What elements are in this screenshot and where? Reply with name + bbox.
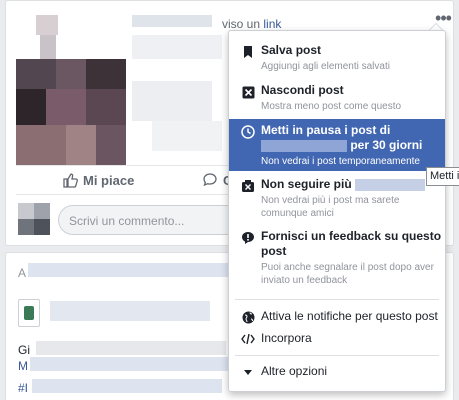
header-link[interactable]: link [263, 17, 281, 31]
post-image[interactable] [16, 15, 126, 165]
embed-item[interactable]: Incorpora [229, 331, 445, 349]
menu-item-title: Attiva le notifiche per questo post [261, 309, 438, 323]
post-header-letter: A [18, 266, 27, 280]
redacted-text [30, 357, 230, 371]
redacted-text [36, 341, 226, 355]
menu-item-title: Salva post [261, 43, 322, 57]
menu-item-title: Incorpora [261, 331, 312, 345]
unfollow-icon [241, 179, 255, 193]
post-options-menu: Salva post Aggiungi agli elementi salvat… [228, 30, 446, 392]
feedback-item[interactable]: Fornisci un feedback su questo post Puoi… [229, 229, 445, 291]
redacted-text [32, 379, 222, 393]
redacted-text [152, 121, 222, 151]
globe-icon [241, 310, 255, 324]
snooze-posts-item[interactable]: Metti in pausa i post di per 30 giorni N… [229, 119, 445, 171]
menu-item-subtitle: Non vedrai i post temporaneamente [261, 156, 420, 167]
feedback-icon [241, 231, 255, 245]
redacted-name [355, 178, 426, 191]
like-label: Mi piace [83, 172, 135, 188]
clock-icon [241, 125, 255, 139]
redacted-text [28, 263, 228, 277]
hide-post-item[interactable]: Nascondi post Mostra meno post come ques… [229, 83, 445, 119]
menu-item-title: Altre opzioni [261, 364, 328, 378]
page-logo[interactable] [18, 299, 40, 327]
menu-item-title: Metti in pausa i post di per 30 giorni [261, 123, 423, 152]
redacted-text [50, 301, 210, 321]
menu-item-subtitle: Mostra meno post come questo [261, 101, 402, 112]
unfollow-item[interactable]: Non seguire più Non vedrai più i post ma… [229, 177, 445, 219]
thumbs-up-icon [63, 173, 78, 188]
menu-divider [235, 299, 439, 300]
menu-item-title: Non seguire più [261, 177, 445, 192]
menu-item-subtitle: Aggiungi agli elementi salvati [261, 61, 390, 72]
menu-item-subtitle: Puoi anche segnalare il post dopo aver i… [261, 262, 434, 286]
comment-icon [203, 173, 217, 187]
redacted-text [132, 81, 212, 121]
code-icon [241, 332, 255, 346]
hashtag-link[interactable]: #I [18, 381, 28, 395]
redacted-text [132, 35, 222, 59]
menu-item-title: Fornisci un feedback su questo post [261, 229, 442, 258]
avatar[interactable] [18, 203, 50, 235]
save-post-item[interactable]: Salva post Aggiungi agli elementi salvat… [229, 43, 445, 79]
caret-down-icon [241, 365, 255, 379]
redacted-name [261, 139, 347, 152]
tooltip: Metti i [426, 167, 459, 186]
post-link[interactable]: M [18, 359, 28, 373]
header-text: viso un [222, 17, 261, 31]
redacted-text [132, 15, 212, 27]
post-header: viso un link [222, 17, 281, 31]
menu-divider [235, 355, 439, 356]
bookmark-icon [241, 45, 255, 59]
notifications-item[interactable]: Attiva le notifiche per questo post [229, 309, 445, 327]
more-options-item[interactable]: Altre opzioni [229, 364, 445, 382]
like-button[interactable]: Mi piace [62, 172, 134, 188]
hide-icon [241, 85, 255, 99]
post-text: Gi [18, 343, 30, 357]
menu-item-title: Nascondi post [261, 83, 344, 97]
menu-item-subtitle: Non vedrai più i post ma sarete comunque… [261, 195, 400, 219]
